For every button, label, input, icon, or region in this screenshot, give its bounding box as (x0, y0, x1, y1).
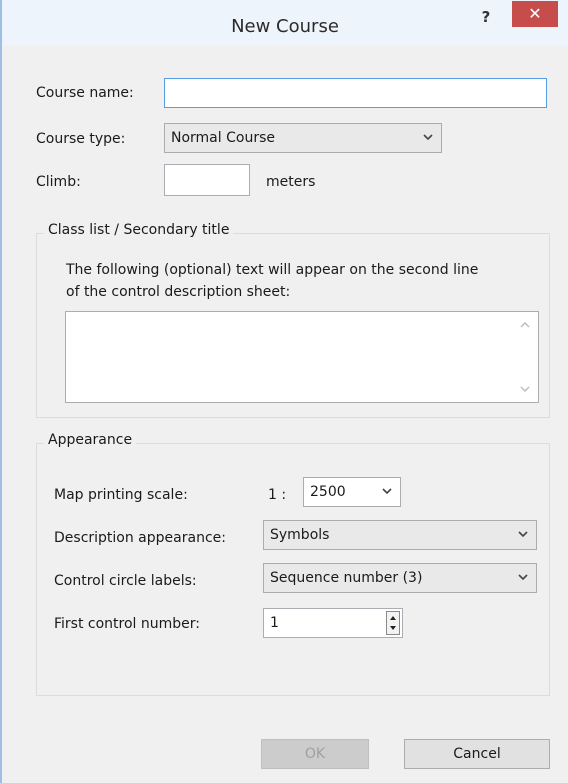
course-type-select[interactable]: Normal Course (164, 123, 442, 153)
chevron-down-icon (518, 531, 528, 538)
ok-button[interactable]: OK (261, 739, 369, 769)
map-scale-prefix: 1 : (268, 487, 287, 503)
first-control-number-stepper[interactable]: 1 (263, 608, 403, 638)
climb-label: Climb: (36, 174, 81, 190)
first-control-number-label: First control number: (54, 616, 201, 632)
course-type-label: Course type: (36, 131, 126, 147)
chevron-down-icon (518, 574, 528, 581)
course-name-input[interactable] (164, 78, 547, 108)
climb-input[interactable] (164, 164, 250, 196)
chevron-down-icon (423, 134, 433, 141)
first-control-number-value: 1 (270, 615, 279, 631)
description-appearance-label: Description appearance: (54, 530, 226, 546)
close-button[interactable]: ✕ (512, 1, 558, 27)
course-type-value: Normal Course (171, 130, 275, 146)
control-circle-labels-label: Control circle labels: (54, 573, 197, 589)
spin-down-icon[interactable] (387, 623, 399, 634)
climb-unit-label: meters (266, 174, 316, 190)
title-bar: New Course ? ✕ (2, 0, 568, 46)
map-scale-value: 2500 (310, 484, 346, 500)
spin-up-icon[interactable] (387, 612, 399, 623)
spinner-control (386, 611, 400, 635)
class-list-group-title: Class list / Secondary title (44, 222, 234, 238)
map-scale-select[interactable]: 2500 (303, 477, 401, 507)
control-circle-labels-select[interactable]: Sequence number (3) (263, 563, 537, 593)
description-appearance-value: Symbols (270, 527, 330, 543)
dialog-body: Course name: Course type: Normal Course … (2, 46, 568, 783)
appearance-group-title: Appearance (44, 432, 137, 448)
class-list-description-line2: of the control description sheet: (66, 284, 291, 300)
cancel-button[interactable]: Cancel (404, 739, 550, 769)
secondary-title-textarea[interactable] (65, 311, 539, 403)
class-list-description-line1: The following (optional) text will appea… (66, 262, 479, 278)
map-scale-label: Map printing scale: (54, 487, 188, 503)
help-button[interactable]: ? (472, 6, 500, 28)
control-circle-labels-value: Sequence number (3) (270, 570, 423, 586)
course-name-label: Course name: (36, 85, 134, 101)
scroll-up-icon[interactable] (520, 320, 530, 330)
scroll-down-icon[interactable] (520, 384, 530, 394)
new-course-dialog: New Course ? ✕ Course name: Course type:… (0, 0, 568, 783)
description-appearance-select[interactable]: Symbols (263, 520, 537, 550)
chevron-down-icon (382, 488, 392, 495)
